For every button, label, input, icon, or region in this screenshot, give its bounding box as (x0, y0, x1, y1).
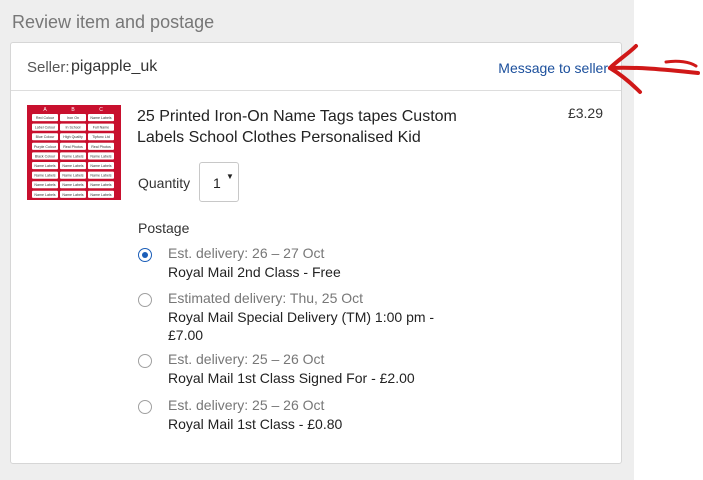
item-title[interactable]: 25 Printed Iron-On Name Tags tapes Custo… (137, 106, 497, 148)
postage-label: Postage (138, 220, 190, 236)
thumbnail-name-tag: Name Labels (88, 114, 114, 122)
postage-option[interactable]: Est. delivery: 25 – 26 Oct Royal Mail 1s… (138, 397, 468, 433)
svg-text:Tipfunc Ltd: Tipfunc Ltd (92, 135, 110, 139)
svg-text:Black Colour: Black Colour (35, 154, 56, 158)
thumbnail-name-tag: Real Photos (88, 142, 114, 150)
thumbnail-column-letter: A (43, 107, 47, 113)
postage-radio[interactable] (138, 354, 152, 368)
thumbnail-name-tag: Purple Colour (32, 142, 58, 150)
seller-row: Seller: pigapple_uk Message to seller (11, 43, 621, 91)
svg-text:Label Colour: Label Colour (35, 126, 56, 130)
thumbnail-column-letter: C (99, 107, 103, 113)
svg-text:Name Labels: Name Labels (62, 174, 83, 178)
svg-text:Name Labels: Name Labels (62, 193, 83, 197)
thumbnail-name-tag: Real Photos (60, 142, 86, 150)
svg-text:Full Name: Full Name (93, 126, 109, 130)
thumbnail-column-letter: B (71, 107, 75, 113)
thumbnail-name-tag: Name Labels (88, 171, 114, 179)
thumbnail-image: A B C Red Colour Iron On Name Labels Label Col… (32, 107, 114, 198)
thumbnail-name-tag: Name Labels (60, 152, 86, 160)
checkout-panel: Review item and postage Seller: pigapple… (0, 0, 634, 480)
item-card: Seller: pigapple_uk Message to seller A B… (10, 42, 622, 464)
seller-label: Seller: (27, 59, 70, 76)
postage-option[interactable]: Est. delivery: 26 – 27 Oct Royal Mail 2n… (138, 245, 468, 281)
seller-name: pigapple_uk (71, 58, 158, 75)
thumbnail-name-tag: Name Labels (60, 190, 86, 198)
thumbnail-name-tag: Name Labels (88, 190, 114, 198)
svg-text:Real Photos: Real Photos (63, 145, 83, 149)
thumbnail-name-tag: Name Labels (32, 171, 58, 179)
svg-text:Name Labels: Name Labels (62, 154, 83, 158)
svg-text:Name Labels: Name Labels (90, 174, 111, 178)
svg-text:Name Labels: Name Labels (90, 154, 111, 158)
thumbnail-name-tag: Label Colour (32, 123, 58, 131)
delivery-estimate: Est. delivery: 26 – 27 Oct (168, 245, 325, 261)
radio-dot (142, 252, 148, 258)
chevron-down-icon: ▼ (226, 172, 234, 181)
svg-text:Name Labels: Name Labels (34, 164, 55, 168)
svg-text:Name Labels: Name Labels (90, 116, 111, 120)
red-arrow-annotation (608, 44, 700, 94)
svg-text:Name Labels: Name Labels (34, 183, 55, 187)
thumbnail-name-tag: Blue Colour (32, 133, 58, 141)
thumbnail-name-tag: Name Labels (60, 181, 86, 189)
postage-radio[interactable] (138, 293, 152, 307)
postage-option[interactable]: Estimated delivery: Thu, 25 Oct Royal Ma… (138, 290, 468, 344)
svg-text:Name Labels: Name Labels (62, 164, 83, 168)
thumbnail-name-tag: Name Labels (88, 162, 114, 170)
quantity-select[interactable]: 1 ▼ (199, 162, 239, 202)
svg-text:In School: In School (66, 126, 81, 130)
svg-text:Name Labels: Name Labels (90, 193, 111, 197)
quantity-label: Quantity (138, 175, 191, 191)
svg-text:Name Labels: Name Labels (34, 193, 55, 197)
thumbnail-name-tag: Tipfunc Ltd (88, 133, 114, 141)
thumbnail-name-tag: Name Labels (32, 190, 58, 198)
message-to-seller-link[interactable]: Message to seller (498, 60, 608, 76)
svg-text:Name Labels: Name Labels (90, 183, 111, 187)
svg-text:Purple Colour: Purple Colour (34, 145, 57, 149)
thumbnail-name-tag: Name Labels (32, 162, 58, 170)
svg-text:Red Colour: Red Colour (36, 116, 55, 120)
postage-service: Royal Mail Special Delivery (TM) 1:00 pm… (168, 309, 435, 343)
postage-radio[interactable] (138, 400, 152, 414)
svg-text:Blue Colour: Blue Colour (36, 135, 56, 139)
section-title: Review item and postage (12, 12, 215, 32)
postage-service: Royal Mail 1st Class Signed For - £2.00 (168, 370, 415, 386)
item-price: £3.29 (567, 105, 603, 121)
thumbnail-name-tag: High Quality (60, 133, 86, 141)
quantity-value: 1 (213, 175, 221, 191)
delivery-estimate: Estimated delivery: Thu, 25 Oct (168, 290, 364, 306)
item-thumbnail[interactable]: A B C Red Colour Iron On Name Labels Label Col… (27, 105, 121, 200)
thumbnail-name-tag: Red Colour (32, 114, 58, 122)
postage-service: Royal Mail 2nd Class - Free (168, 264, 341, 280)
thumbnail-name-tag: Name Labels (88, 152, 114, 160)
svg-text:High Quality: High Quality (63, 135, 83, 139)
delivery-estimate: Est. delivery: 25 – 26 Oct (168, 351, 325, 367)
thumbnail-name-tag: Name Labels (60, 162, 86, 170)
svg-text:Name Labels: Name Labels (34, 174, 55, 178)
thumbnail-name-tag: In School (60, 123, 86, 131)
postage-service: Royal Mail 1st Class - £0.80 (168, 416, 343, 432)
svg-text:Name Labels: Name Labels (90, 164, 111, 168)
svg-text:Name Labels: Name Labels (62, 183, 83, 187)
postage-radio[interactable] (138, 248, 152, 262)
delivery-estimate: Est. delivery: 25 – 26 Oct (168, 397, 325, 413)
svg-text:Real Photos: Real Photos (91, 145, 111, 149)
thumbnail-name-tag: Name Labels (88, 181, 114, 189)
thumbnail-name-tag: Name Labels (32, 181, 58, 189)
svg-text:Iron On: Iron On (67, 116, 79, 120)
thumbnail-name-tag: Black Colour (32, 152, 58, 160)
postage-option[interactable]: Est. delivery: 25 – 26 Oct Royal Mail 1s… (138, 351, 468, 387)
arrow-tail (664, 59, 698, 68)
thumbnail-name-tag: Name Labels (60, 171, 86, 179)
thumbnail-name-tag: Iron On (60, 114, 86, 122)
thumbnail-name-tag: Full Name (88, 123, 114, 131)
arrow-shaft (608, 65, 700, 75)
